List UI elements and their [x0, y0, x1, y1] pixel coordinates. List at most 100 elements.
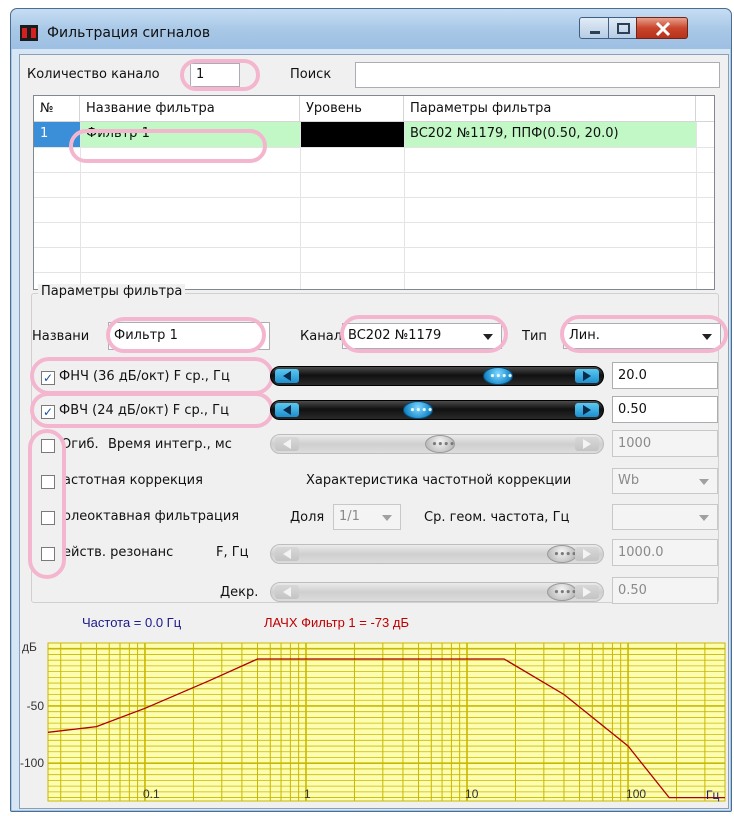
row-divider	[34, 272, 714, 273]
channels-count-label: Количество канало	[27, 67, 160, 82]
group-title: Параметры фильтра	[38, 284, 186, 299]
slider-left-arrow-icon[interactable]	[275, 403, 299, 417]
y-axis-label: дБ	[22, 640, 37, 654]
envelope-checkbox[interactable]	[41, 439, 55, 453]
chart-svg: Частота = 0.0 Гц ЛАЧХ Фильтр 1 = -73 дБ дБ…	[20, 615, 726, 802]
hpf-value-input[interactable]: 0.50	[612, 396, 718, 423]
integration-slider	[270, 434, 604, 454]
x-tick-label: 10	[465, 787, 479, 801]
y-tick-label: -100	[20, 756, 44, 770]
freq-correction-char-select: Wb	[612, 468, 718, 494]
column-header-level[interactable]: Уровень	[300, 96, 404, 122]
channel-select-value: BC202 №1179	[348, 328, 442, 343]
resonance-freq-slider	[270, 544, 604, 564]
channel-label: Канал	[300, 329, 342, 344]
frequency-response-chart: Частота = 0.0 Гц ЛАЧХ Фильтр 1 = -73 дБ дБ…	[20, 611, 728, 808]
row-divider	[34, 222, 714, 223]
row-divider	[34, 197, 714, 198]
lpf-checkbox[interactable]: ✓	[41, 371, 55, 385]
search-input[interactable]	[355, 62, 720, 88]
close-icon	[655, 21, 671, 37]
share-select-value: 1/1	[339, 509, 360, 524]
hpf-checkbox[interactable]: ✓	[41, 405, 55, 419]
column-header-filler	[696, 96, 714, 122]
freq-correction-checkbox[interactable]	[41, 475, 55, 489]
row-divider	[34, 172, 714, 173]
freq-correction-char-label: Характеристика частотной коррекции	[306, 473, 572, 488]
slider-right-arrow-icon	[575, 437, 599, 451]
plot-background	[47, 642, 726, 802]
slider-thumb	[547, 545, 577, 563]
channels-count-input[interactable]: 1	[190, 63, 240, 87]
column-divider	[696, 122, 697, 289]
octave-filter-checkbox[interactable]	[41, 511, 55, 525]
column-divider	[80, 122, 81, 289]
freq-correction-char-value: Wb	[618, 473, 640, 488]
decrement-label: Декр.	[220, 585, 259, 600]
row-divider	[34, 247, 714, 248]
chevron-down-icon	[382, 515, 392, 521]
cell-params: BC202 №1179, ППФ(0.50, 20.0)	[404, 122, 696, 147]
x-tick-label: 1	[304, 787, 311, 801]
slider-right-arrow-icon[interactable]	[575, 403, 599, 417]
decrement-slider	[270, 582, 604, 602]
slider-left-arrow-icon[interactable]	[275, 369, 299, 383]
resonance-freq-input: 1000.0	[612, 539, 718, 566]
envelope-label: Огиб.	[61, 437, 99, 452]
minimize-icon	[590, 31, 600, 34]
slider-right-arrow-icon	[575, 585, 599, 599]
column-header-number[interactable]: №	[34, 96, 80, 122]
share-select: 1/1	[333, 504, 401, 530]
x-axis-label: Гц	[706, 788, 719, 802]
octave-filter-label: олеоктавная фильтрация	[63, 509, 240, 524]
close-button[interactable]	[636, 17, 688, 39]
column-divider	[300, 122, 301, 289]
column-header-params[interactable]: Параметры фильтра	[404, 96, 696, 122]
channel-select[interactable]: BC202 №1179	[342, 323, 502, 349]
resonance-checkbox[interactable]	[41, 547, 55, 561]
cursor-frequency-label: Частота = 0.0 Гц	[82, 615, 182, 630]
slider-left-arrow-icon	[275, 547, 299, 561]
minimize-button[interactable]	[579, 17, 609, 39]
geom-freq-select	[612, 504, 718, 530]
integration-time-input: 1000	[612, 430, 718, 457]
cell-name: Фильтр 1	[80, 122, 300, 147]
slider-thumb[interactable]	[403, 401, 433, 419]
column-header-name[interactable]: Название фильтра	[80, 96, 300, 122]
hpf-label: ФВЧ (24 дБ/окт) F ср., Гц	[59, 403, 229, 418]
search-label: Поиск	[290, 67, 332, 82]
slider-left-arrow-icon	[275, 437, 299, 451]
slider-thumb[interactable]	[483, 367, 513, 385]
maximize-button[interactable]	[608, 17, 637, 39]
cell-number: 1	[34, 122, 80, 147]
type-label: Тип	[522, 329, 547, 344]
decrement-input: 0.50	[612, 577, 718, 604]
type-select[interactable]: Лин.	[563, 323, 721, 349]
slider-right-arrow-icon[interactable]	[575, 369, 599, 383]
column-divider	[404, 122, 405, 289]
slider-right-arrow-icon	[575, 547, 599, 561]
freq-correction-label: астотная коррекция	[63, 473, 203, 488]
chevron-down-icon	[702, 334, 712, 340]
hpf-slider[interactable]	[270, 400, 604, 420]
x-tick-label: 0.1	[143, 787, 160, 801]
chevron-down-icon	[699, 515, 709, 521]
table-row[interactable]: 1 Фильтр 1 BC202 №1179, ППФ(0.50, 20.0)	[34, 122, 714, 147]
cell-level-color	[300, 122, 404, 147]
response-value-label: ЛАЧХ Фильтр 1 = -73 дБ	[264, 615, 409, 630]
type-select-value: Лин.	[569, 328, 600, 343]
window-title: Фильтрация сигналов	[47, 25, 211, 41]
lpf-slider[interactable]	[270, 366, 604, 386]
client-area: Количество канало 1 Поиск № Название фил…	[19, 54, 729, 809]
chevron-down-icon	[699, 479, 709, 485]
lpf-value-input[interactable]: 20.0	[612, 362, 718, 389]
chevron-down-icon	[483, 334, 493, 340]
share-label: Доля	[290, 510, 325, 525]
filter-name-input[interactable]: Фильтр 1	[108, 322, 270, 350]
integration-time-label: Время интегр., мс	[108, 437, 232, 452]
lpf-label: ФНЧ (36 дБ/окт) F ср., Гц	[59, 369, 230, 384]
title-bar[interactable]: Фильтрация сигналов	[11, 9, 731, 49]
slider-thumb	[547, 583, 577, 601]
y-tick-label: -50	[27, 699, 45, 713]
filter-name-label: Названи	[32, 329, 90, 344]
